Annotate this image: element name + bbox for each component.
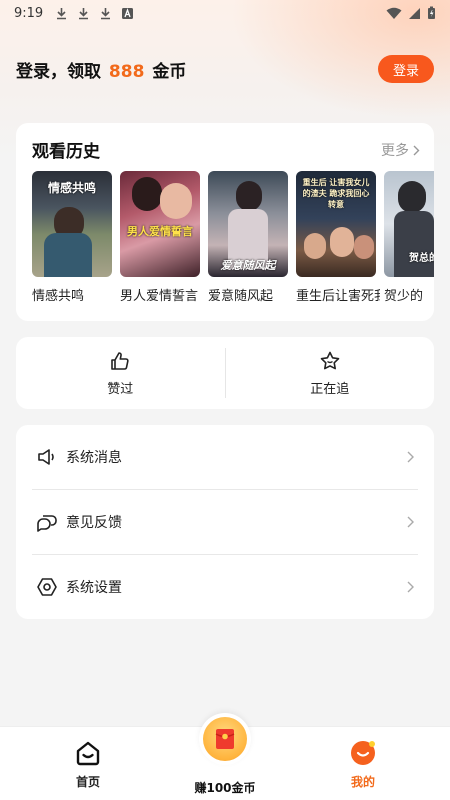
nav-earn-label: 赚100金币 — [194, 781, 256, 795]
poster-title-text: 爱意随风起 — [220, 259, 276, 272]
red-envelope-icon — [215, 729, 235, 749]
nav-home[interactable]: 首页 — [38, 727, 138, 800]
watch-history-card: 观看历史 更多 情感共鸣 情感共鸣 男人爱情誓言 男人爱情誓言 爱意随风起 爱意… — [16, 123, 434, 321]
poster-image: 重生后 让害我女儿的渣夫 跪求我回心转意 — [296, 171, 376, 277]
history-item-title: 爱意随风起 — [208, 289, 274, 304]
chevron-right-icon — [413, 145, 420, 155]
login-button[interactable]: 登录 — [378, 55, 434, 83]
liked-label: 赞过 — [107, 381, 134, 397]
profile-page: 9:19 登录，领取 888 金币 登录 观看历史 更多 情感共鸣 情感共鸣 男… — [0, 0, 450, 800]
history-item[interactable]: 爱意随风起 爱意随风起 — [208, 171, 288, 311]
liked-button[interactable]: 赞过 — [16, 337, 225, 409]
following-label: 正在追 — [310, 381, 350, 397]
history-item-title: 情感共鸣 — [32, 289, 85, 304]
speaker-icon — [38, 449, 54, 465]
history-item-title: 男人爱情誓言 — [120, 289, 199, 304]
chevron-right-icon — [407, 581, 414, 593]
battery-icon — [428, 6, 435, 19]
nav-mine[interactable]: 我的 — [313, 727, 413, 800]
download-icon — [101, 7, 111, 19]
history-list: 情感共鸣 情感共鸣 男人爱情誓言 男人爱情誓言 爱意随风起 爱意随风起 重生后 … — [32, 171, 434, 311]
poster-image: 爱意随风起 — [208, 171, 288, 277]
following-button[interactable]: 正在追 — [226, 337, 435, 409]
feedback-row[interactable]: 意见反馈 — [32, 490, 418, 554]
system-settings-row[interactable]: 系统设置 — [32, 555, 418, 619]
wifi-icon — [386, 7, 402, 19]
status-bar: 9:19 — [0, 0, 450, 26]
hexagon-settings-icon — [37, 578, 57, 596]
history-item[interactable]: 贺总的 贺少的 — [384, 171, 434, 311]
settings-card: 系统消息 意见反馈 系统设置 — [16, 425, 434, 619]
system-status-icons — [386, 6, 436, 20]
system-messages-label: 系统消息 — [66, 450, 122, 466]
login-prefix: 登录，领取 — [16, 61, 101, 82]
star-face-icon — [320, 351, 340, 369]
profile-face-icon — [351, 741, 375, 765]
poster-title-text: 男人爱情誓言 — [127, 225, 193, 238]
more-label: 更多 — [381, 143, 409, 159]
nav-mine-label: 我的 — [350, 775, 375, 789]
history-item[interactable]: 重生后 让害我女儿的渣夫 跪求我回心转意 重生后让害死我的人 — [296, 171, 380, 311]
login-suffix: 金币 — [152, 61, 187, 82]
download-icon — [57, 7, 67, 19]
signal-icon — [409, 7, 420, 19]
thumbs-up-icon — [111, 351, 129, 370]
nav-home-label: 首页 — [75, 775, 100, 789]
home-icon — [76, 741, 100, 766]
system-messages-row[interactable]: 系统消息 — [32, 425, 418, 489]
poster-image: 情感共鸣 — [32, 171, 112, 277]
coin-amount: 888 — [108, 61, 145, 82]
history-item[interactable]: 男人爱情誓言 男人爱情誓言 — [120, 171, 200, 311]
earn-coins-bubble — [199, 713, 251, 765]
poster-image: 男人爱情誓言 — [120, 171, 200, 277]
download-icon — [79, 7, 89, 19]
history-title: 观看历史 — [32, 142, 100, 162]
poster-title-text: 贺总的 — [409, 253, 434, 264]
poster-title-text: 重生后 让害我女儿的渣夫 跪求我回心转意 — [302, 178, 370, 209]
login-header: 登录，领取 888 金币 登录 — [16, 54, 434, 84]
notification-icons — [55, 7, 134, 20]
bottom-nav: 首页 赚100金币 我的 — [0, 713, 450, 800]
chevron-right-icon — [407, 516, 414, 528]
status-time: 9:19 — [14, 5, 44, 21]
history-more-link[interactable]: 更多 — [381, 140, 420, 160]
history-item-title: 重生后让害死我的人 — [296, 289, 380, 304]
poster-image: 贺总的 — [384, 171, 434, 277]
history-item-title: 贺少的 — [384, 289, 424, 304]
nav-earn-coins[interactable]: 赚100金币 — [175, 713, 275, 800]
system-settings-label: 系统设置 — [66, 580, 122, 596]
login-prompt: 登录，领取 888 金币 — [16, 57, 186, 82]
font-app-icon — [122, 7, 134, 19]
likes-card: 赞过 正在追 — [16, 337, 434, 409]
history-item[interactable]: 情感共鸣 情感共鸣 — [32, 171, 112, 311]
chevron-right-icon — [407, 451, 414, 463]
chat-bubbles-icon — [37, 515, 57, 532]
earn-coins-badge — [203, 717, 247, 761]
feedback-label: 意见反馈 — [66, 515, 122, 531]
poster-title-text: 情感共鸣 — [47, 181, 96, 195]
